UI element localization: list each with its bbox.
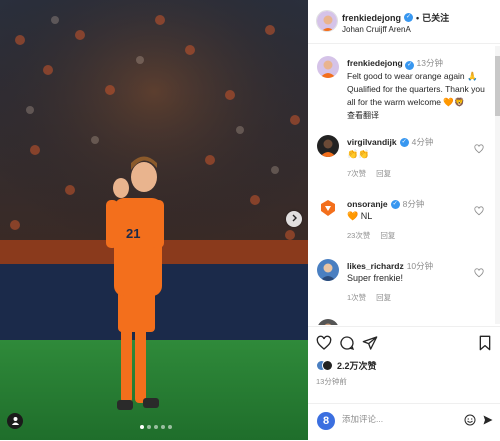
comment-time: 4分钟 (411, 137, 434, 147)
comment-item: onsoranje ✓ 8分钟 🧡 NL 23次赞 回复 (308, 195, 494, 255)
comment-username[interactable]: virgilvandijk (347, 137, 397, 147)
comment-meta: 1次赞 回复 (347, 292, 391, 303)
comment-header: likes_richardz 10分钟 (347, 260, 433, 272)
next-slide-button[interactable] (286, 211, 302, 227)
caption-author-avatar[interactable] (317, 56, 339, 78)
emoji-icon[interactable] (464, 414, 476, 428)
slide-dot (161, 425, 165, 429)
player-photo: 21 (0, 0, 308, 440)
liker-avatars (316, 360, 333, 371)
author-avatar[interactable] (316, 10, 338, 32)
comment-meta: 7次赞 回复 (347, 168, 391, 179)
comment-text: 👏👏 (347, 149, 370, 159)
comment-item: likes_richardz 10分钟 Super frenkie! 1次赞 回… (308, 257, 494, 317)
commenter-avatar[interactable] (317, 259, 339, 281)
comment-time: 10分钟 (406, 261, 434, 271)
post-photo[interactable]: 21 (0, 0, 308, 440)
reply-button[interactable]: 回复 (380, 230, 395, 241)
user-tags-button[interactable] (7, 413, 23, 429)
author-row: frenkiedejong ✓ • 已关注 (342, 11, 449, 24)
likes-count[interactable]: 2.2万次赞 (337, 359, 377, 372)
slide-dot (154, 425, 158, 429)
caption-line: all for the warm welcome 🧡🦁 (347, 97, 465, 107)
like-comment-heart-icon[interactable] (474, 144, 484, 156)
comment-text: Super frenkie! (347, 273, 404, 283)
post-caption: frenkiedejong ✓ 13分钟 Felt good to wear o… (347, 57, 492, 122)
slide-dot (168, 425, 172, 429)
share-icon[interactable] (362, 335, 378, 353)
add-comment-input[interactable] (342, 414, 452, 424)
caption-line: Qualified for the quarters. Thank you (347, 84, 485, 94)
comment-item: virgilvandijk ✓ 4分钟 👏👏 7次赞 回复 (308, 133, 494, 193)
like-comment-heart-icon[interactable] (474, 268, 484, 280)
scrollbar-thumb[interactable] (495, 56, 500, 116)
verified-icon: ✓ (390, 199, 400, 209)
post-modal: 21 frenkiedejong ✓ • 已关注 Johan Cruijff A… (0, 0, 500, 440)
author-username[interactable]: frenkiedejong (342, 13, 401, 23)
likes-summary[interactable]: 2.2万次赞 (316, 359, 377, 372)
slide-indicator (140, 425, 172, 429)
brand-logo: 8 (317, 412, 335, 430)
bookmark-icon[interactable] (478, 335, 492, 353)
chevron-right-icon (290, 214, 298, 224)
liker-avatar (322, 360, 333, 371)
comment-likes[interactable]: 1次赞 (347, 292, 366, 303)
post-actions: 2.2万次赞 13分钟前 8 (308, 326, 500, 440)
post-side-panel: frenkiedejong ✓ • 已关注 Johan Cruijff Aren… (308, 0, 500, 440)
comment-meta: 23次赞 回复 (347, 230, 395, 241)
comment-username[interactable]: likes_richardz (347, 261, 404, 271)
like-comment-heart-icon[interactable] (474, 206, 484, 218)
comment-likes[interactable]: 7次赞 (347, 168, 366, 179)
send-icon[interactable] (482, 414, 494, 428)
comment-time: 8分钟 (402, 199, 425, 209)
caption-line: Felt good to wear orange again 🙏 (347, 71, 478, 81)
comments-list[interactable]: frenkiedejong ✓ 13分钟 Felt good to wear o… (308, 45, 494, 325)
svg-text:21: 21 (126, 226, 140, 241)
caption-username[interactable]: frenkiedejong (347, 58, 403, 68)
post-time: 13分钟前 (316, 377, 347, 386)
comment-header: virgilvandijk ✓ 4分钟 (347, 136, 433, 148)
caption-header: frenkiedejong ✓ 13分钟 (347, 57, 492, 70)
comment-header: onsoranje ✓ 8分钟 (347, 198, 424, 210)
see-translation-link[interactable]: 查看翻译 (347, 109, 492, 122)
reply-button[interactable]: 回复 (376, 168, 391, 179)
slide-dot (147, 425, 151, 429)
commenter-avatar[interactable] (317, 135, 339, 157)
verified-icon: ✓ (404, 13, 414, 22)
comment-likes[interactable]: 23次赞 (347, 230, 370, 241)
verified-icon: ✓ (405, 61, 415, 70)
comment-text: 🧡 NL (347, 211, 373, 221)
commenter-avatar[interactable] (317, 197, 339, 219)
comment-username[interactable]: onsoranje (347, 199, 388, 209)
comments-scrollbar[interactable] (495, 46, 500, 324)
separator-dot: • (416, 12, 420, 23)
add-comment-row: 8 (308, 403, 500, 441)
slide-dot (140, 425, 144, 429)
post-header: frenkiedejong ✓ • 已关注 Johan Cruijff Aren… (308, 0, 500, 44)
reply-button[interactable]: 回复 (376, 292, 391, 303)
heart-icon[interactable] (316, 335, 332, 353)
action-icons (316, 335, 378, 353)
verified-icon: ✓ (399, 137, 409, 147)
location-link[interactable]: Johan Cruijff ArenA (342, 25, 411, 34)
commenter-avatar[interactable] (317, 319, 339, 325)
following-button[interactable]: 已关注 (422, 11, 449, 24)
person-icon (11, 416, 20, 427)
caption-time: 13分钟 (416, 58, 443, 68)
comment-icon[interactable] (339, 335, 355, 353)
